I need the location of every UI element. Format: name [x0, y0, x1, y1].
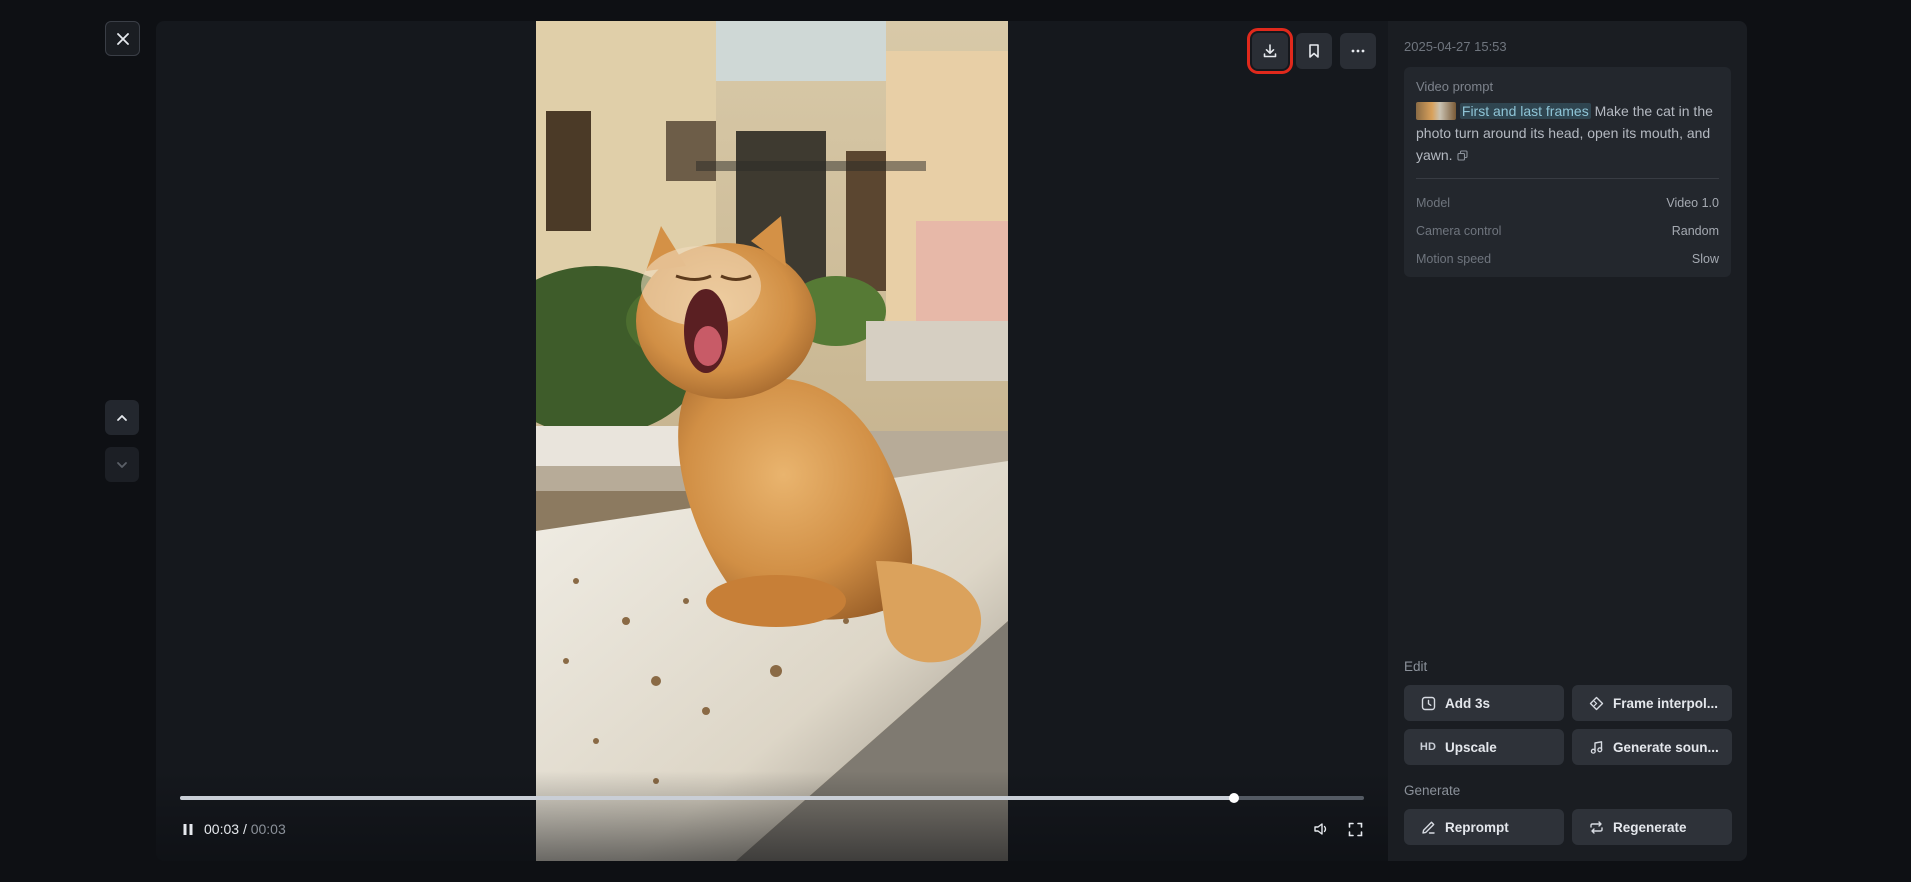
progress-bar[interactable] — [180, 793, 1364, 803]
pencil-icon — [1420, 819, 1436, 835]
add-3s-button[interactable]: Add 3s — [1404, 685, 1564, 721]
download-icon — [1263, 44, 1277, 58]
playback-controls: 00:03 / 00:03 — [180, 819, 1364, 839]
generate-section-label: Generate — [1404, 783, 1461, 798]
previous-button[interactable] — [105, 400, 139, 435]
generate-buttons: Reprompt Regenerate — [1404, 809, 1732, 845]
video-actions — [1247, 28, 1376, 74]
time-display: 00:03 / 00:03 — [204, 821, 286, 837]
card-divider — [1416, 178, 1719, 179]
close-icon — [116, 32, 129, 45]
cat-video-image — [536, 21, 1008, 861]
chevron-up-icon — [117, 414, 127, 421]
prompt-label: Video prompt — [1416, 79, 1494, 94]
video-viewer: 00:03 / 00:03 — [156, 21, 1388, 861]
regenerate-button[interactable]: Regenerate — [1572, 809, 1732, 845]
progress-fill — [180, 796, 1234, 800]
regenerate-label: Regenerate — [1613, 819, 1687, 835]
add-time-icon — [1420, 695, 1436, 711]
fullscreen-button[interactable] — [1346, 820, 1364, 838]
time-separator: / — [242, 821, 247, 837]
music-note-icon — [1588, 739, 1604, 755]
prompt-tag[interactable]: First and last frames — [1459, 103, 1591, 119]
frame-interpolation-button[interactable]: Frame interpol... — [1572, 685, 1732, 721]
progress-knob[interactable] — [1228, 793, 1239, 803]
pause-icon — [183, 823, 193, 835]
volume-button[interactable] — [1312, 820, 1330, 838]
meta-value: Random — [1671, 224, 1719, 238]
bookmark-button[interactable] — [1296, 33, 1332, 69]
frame-interpolation-label: Frame interpol... — [1613, 695, 1719, 711]
volume-icon — [1314, 823, 1327, 835]
close-button[interactable] — [105, 21, 140, 56]
diamond-icon — [1588, 695, 1604, 711]
more-icon — [1351, 49, 1365, 53]
upscale-label: Upscale — [1445, 739, 1497, 755]
upscale-button[interactable]: HD Upscale — [1404, 729, 1564, 765]
timestamp: 2025-04-27 15:53 — [1404, 39, 1507, 54]
controls-overlay — [156, 771, 1388, 861]
chevron-down-icon — [117, 461, 127, 468]
meta-row-model: Model Video 1.0 — [1416, 189, 1719, 217]
prompt-text-block: First and last frames Make the cat in th… — [1416, 100, 1719, 166]
repeat-icon — [1588, 819, 1604, 835]
meta-key: Camera control — [1416, 224, 1502, 238]
time-duration: 00:03 — [250, 821, 286, 837]
generate-sound-label: Generate soun... — [1613, 739, 1719, 755]
more-button[interactable] — [1340, 33, 1376, 69]
fullscreen-icon — [1348, 822, 1362, 836]
meta-row-motion: Motion speed Slow — [1416, 245, 1719, 273]
edit-buttons: Add 3s Frame interpol... HD Upscale Gene… — [1404, 685, 1732, 765]
meta-row-camera: Camera control Random — [1416, 217, 1719, 245]
frames-thumbnail[interactable] — [1416, 102, 1456, 120]
reprompt-label: Reprompt — [1445, 819, 1509, 835]
meta-key: Model — [1416, 196, 1451, 210]
hd-icon: HD — [1419, 741, 1437, 753]
add-3s-label: Add 3s — [1445, 695, 1491, 711]
meta-key: Motion speed — [1416, 252, 1492, 266]
details-panel: 2025-04-27 15:53 Video prompt First and … — [1388, 21, 1747, 861]
video-frame[interactable] — [536, 21, 1008, 861]
generate-sound-button[interactable]: Generate soun... — [1572, 729, 1732, 765]
meta-value: Slow — [1691, 252, 1719, 266]
meta-value: Video 1.0 — [1666, 196, 1719, 210]
edit-section-label: Edit — [1404, 659, 1428, 674]
time-current: 00:03 — [204, 821, 240, 837]
download-button[interactable] — [1247, 28, 1293, 74]
reprompt-button[interactable]: Reprompt — [1404, 809, 1564, 845]
bookmark-icon — [1309, 44, 1319, 58]
prompt-card: Video prompt First and last frames Make … — [1404, 67, 1731, 277]
pause-button[interactable] — [180, 821, 196, 837]
next-button[interactable] — [105, 447, 139, 482]
copy-icon[interactable] — [1457, 150, 1468, 161]
